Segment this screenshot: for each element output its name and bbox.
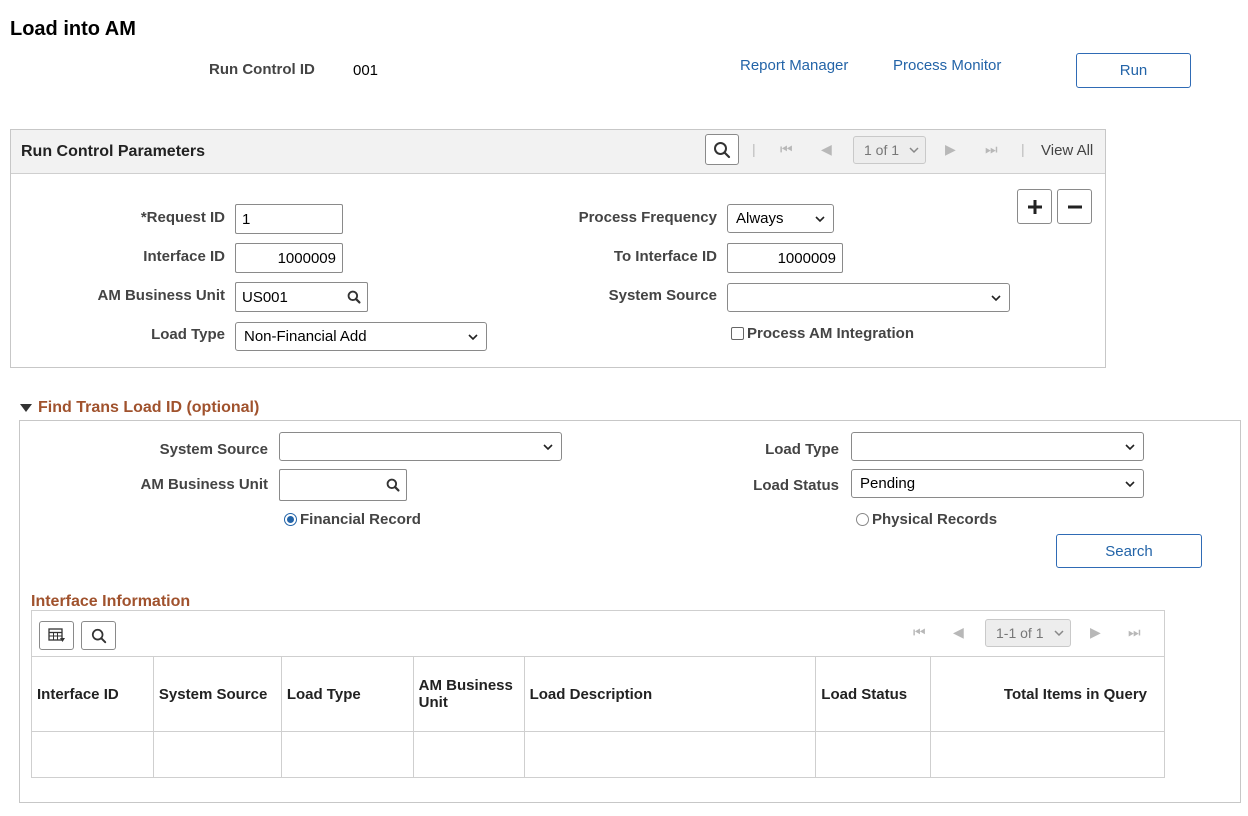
chevron-down-icon [909, 147, 919, 154]
financial-record-label: Financial Record [300, 511, 421, 528]
run-control-label: Run Control ID [209, 61, 315, 78]
last-page-icon[interactable]: ⏭ [985, 141, 998, 158]
financial-record-radio[interactable] [284, 513, 297, 526]
grid-personalize-icon [47, 627, 65, 642]
search-icon [91, 628, 106, 643]
business-unit-input[interactable]: US001 [235, 282, 368, 312]
table-cell [280, 731, 414, 778]
find-system-source-label: System Source [159, 441, 268, 458]
next-page-icon[interactable]: ▶ [1090, 624, 1101, 641]
search-button[interactable]: Search [1056, 534, 1202, 568]
financial-record-option[interactable]: Financial Record [284, 511, 421, 528]
chevron-down-icon [1125, 443, 1135, 450]
table-cell [815, 731, 932, 778]
system-source-select[interactable] [727, 283, 1010, 312]
parameters-header: Run Control Parameters [21, 143, 206, 160]
triangle-down-icon [20, 404, 32, 412]
table-cell [523, 731, 817, 778]
run-button[interactable]: Run [1076, 53, 1191, 88]
col-interface-id[interactable]: Interface ID [31, 656, 154, 732]
view-all-link[interactable]: View All [1041, 142, 1093, 159]
col-load-description[interactable]: Load Description [523, 656, 817, 732]
delete-row-icon [1067, 205, 1082, 208]
search-icon[interactable] [347, 290, 361, 304]
physical-records-label: Physical Records [872, 511, 998, 528]
last-page-icon[interactable]: ⏭ [1128, 624, 1141, 641]
first-page-icon[interactable]: ⏮ [780, 141, 793, 158]
table-header-row: Interface ID System Source Load Type AM … [31, 656, 1165, 732]
run-control-value: 001 [353, 62, 379, 79]
load-type-label: Load Type [151, 326, 225, 343]
process-frequency-value: Always [736, 210, 784, 227]
parameters-search-button[interactable] [705, 134, 739, 165]
process-frequency-select[interactable]: Always [727, 204, 834, 233]
system-source-label: System Source [608, 287, 717, 304]
chevron-down-icon [543, 443, 553, 450]
personalize-grid-button[interactable] [39, 621, 74, 650]
load-status-value: Pending [860, 475, 916, 492]
interface-section-title: Interface Information [31, 593, 191, 610]
prev-page-icon[interactable]: ◀ [953, 624, 964, 641]
page-title: Load into AM [10, 18, 136, 40]
table-cell [152, 731, 282, 778]
grid-search-button[interactable] [81, 621, 116, 650]
next-page-icon[interactable]: ▶ [945, 141, 956, 158]
business-unit-value: US001 [242, 288, 288, 306]
table-cell [31, 731, 154, 778]
process-monitor-link[interactable]: Process Monitor [893, 57, 1001, 74]
load-status-select[interactable]: Pending [851, 469, 1144, 498]
physical-records-option[interactable]: Physical Records [856, 511, 997, 528]
to-interface-id-label: To Interface ID [613, 248, 717, 265]
load-status-label: Load Status [753, 477, 839, 494]
table-cell [930, 731, 1165, 778]
interface-id-label: Interface ID [143, 248, 225, 265]
col-load-status[interactable]: Load Status [815, 656, 932, 732]
load-type-select[interactable]: Non-Financial Add [235, 322, 487, 351]
table-row [31, 731, 1165, 778]
interface-pager-select[interactable]: 1-1 of 1 [985, 619, 1071, 647]
chevron-down-icon [468, 333, 478, 340]
interface-id-input[interactable]: 1000009 [235, 243, 343, 273]
delete-row-button[interactable] [1057, 189, 1092, 224]
chevron-down-icon [1054, 630, 1064, 637]
prev-page-icon[interactable]: ◀ [821, 141, 832, 158]
col-am-business-unit[interactable]: AM Business Unit [412, 656, 525, 732]
process-am-integration-option[interactable]: Process AM Integration [731, 325, 914, 342]
business-unit-label: AM Business Unit [97, 287, 225, 304]
search-icon [714, 141, 731, 158]
find-business-unit-label: AM Business Unit [140, 476, 268, 493]
chevron-down-icon [815, 215, 825, 222]
chevron-down-icon [991, 294, 1001, 301]
col-system-source[interactable]: System Source [152, 656, 282, 732]
report-manager-link[interactable]: Report Manager [740, 57, 848, 74]
load-type-value: Non-Financial Add [244, 328, 367, 345]
col-load-type[interactable]: Load Type [280, 656, 414, 732]
add-row-button[interactable] [1017, 189, 1052, 224]
process-am-integration-label: Process AM Integration [747, 325, 914, 342]
interface-table: Interface ID System Source Load Type AM … [31, 656, 1165, 778]
find-system-source-select[interactable] [279, 432, 562, 461]
request-id-input[interactable]: 1 [235, 204, 343, 234]
divider: | [752, 141, 756, 157]
chevron-down-icon [1125, 480, 1135, 487]
request-id-label: *Request ID [140, 209, 225, 226]
add-row-icon [1027, 199, 1042, 214]
process-am-integration-checkbox[interactable] [731, 327, 744, 340]
search-icon[interactable] [386, 478, 400, 492]
parameters-pager-text: 1 of 1 [864, 142, 900, 158]
find-section-title: Find Trans Load ID (optional) [38, 399, 260, 416]
divider: | [1021, 141, 1025, 157]
interface-pager-text: 1-1 of 1 [996, 625, 1044, 641]
first-page-icon[interactable]: ⏮ [913, 624, 926, 641]
find-load-type-select[interactable] [851, 432, 1144, 461]
col-total-items[interactable]: Total Items in Query [930, 656, 1165, 732]
find-section-toggle[interactable]: Find Trans Load ID (optional) [20, 399, 259, 417]
parameters-pager-select[interactable]: 1 of 1 [853, 136, 926, 164]
find-load-type-label: Load Type [765, 441, 839, 458]
process-frequency-label: Process Frequency [578, 209, 717, 226]
table-cell [412, 731, 525, 778]
to-interface-id-input[interactable]: 1000009 [727, 243, 843, 273]
physical-records-radio[interactable] [856, 513, 869, 526]
find-business-unit-input[interactable] [279, 469, 407, 501]
